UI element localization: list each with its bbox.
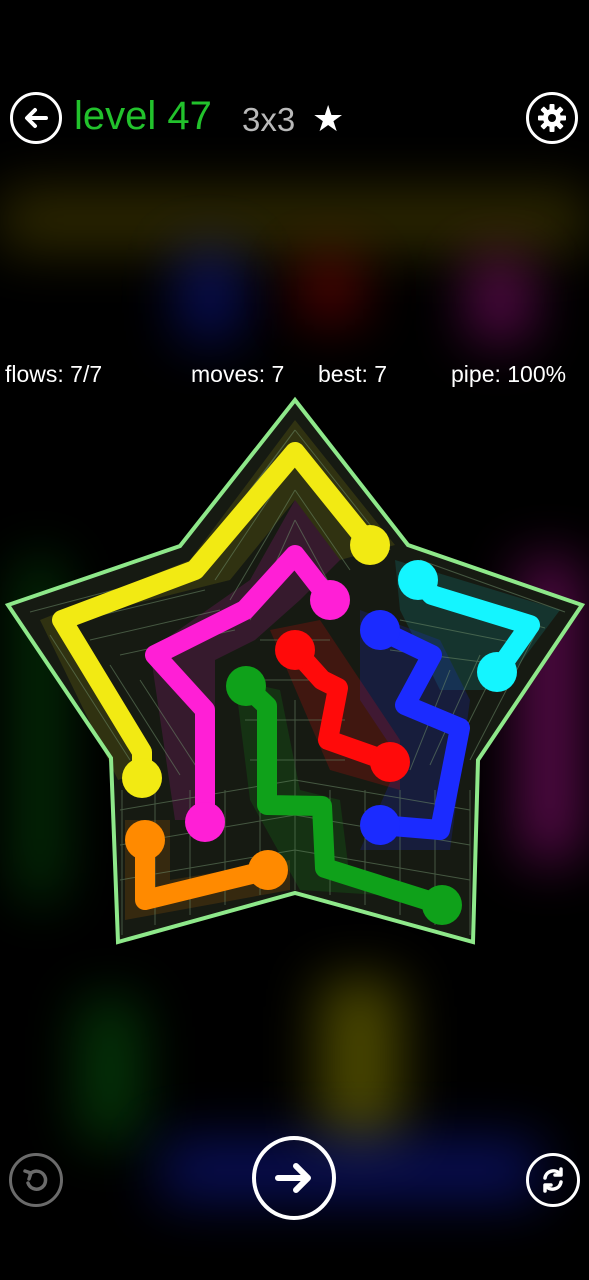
undo-icon <box>23 1169 48 1191</box>
perfect-star-icon: ★ <box>312 98 345 139</box>
restart-icon <box>543 1167 563 1193</box>
dot-blue-end[interactable] <box>360 805 400 845</box>
dot-blue-start[interactable] <box>360 610 400 650</box>
background-glow <box>160 1140 540 1200</box>
dot-magenta-end[interactable] <box>185 802 225 842</box>
background-glow <box>80 1000 140 1140</box>
dot-cyan-end[interactable] <box>477 652 517 692</box>
background-glow <box>0 190 589 250</box>
dot-yellow-end[interactable] <box>122 758 162 798</box>
dot-yellow-start[interactable] <box>350 525 390 565</box>
dot-green-start[interactable] <box>226 666 266 706</box>
back-arrow-icon <box>25 108 48 128</box>
game-board[interactable] <box>0 395 589 955</box>
flows-counter: flows: 7/7 <box>5 361 103 387</box>
dot-red-end[interactable] <box>370 742 410 782</box>
next-arrow-icon <box>275 1163 311 1193</box>
board-size-label: 3x3 <box>242 101 296 138</box>
pipe-percentage: pipe: 100% <box>451 361 567 387</box>
dot-cyan-start[interactable] <box>398 560 438 600</box>
dot-green-end[interactable] <box>422 885 462 925</box>
dot-orange-start[interactable] <box>125 820 165 860</box>
top-bar: level 47 3x3 ★ <box>0 88 589 152</box>
next-level-button[interactable] <box>252 1136 336 1220</box>
restart-button[interactable] <box>526 1153 580 1207</box>
dot-red-start[interactable] <box>275 630 315 670</box>
moves-counter: moves: 7 <box>191 361 285 387</box>
undo-button[interactable] <box>9 1153 63 1207</box>
level-title: level 47 <box>74 94 212 138</box>
back-button[interactable] <box>10 92 62 144</box>
best-counter: best: 7 <box>318 361 388 387</box>
gear-icon <box>538 104 566 132</box>
settings-button[interactable] <box>526 92 578 144</box>
background-glow <box>320 980 400 1140</box>
dot-magenta-start[interactable] <box>310 580 350 620</box>
background-glow <box>300 260 360 320</box>
background-glow <box>180 250 240 340</box>
dot-orange-end[interactable] <box>248 850 288 890</box>
background-glow <box>470 260 530 340</box>
